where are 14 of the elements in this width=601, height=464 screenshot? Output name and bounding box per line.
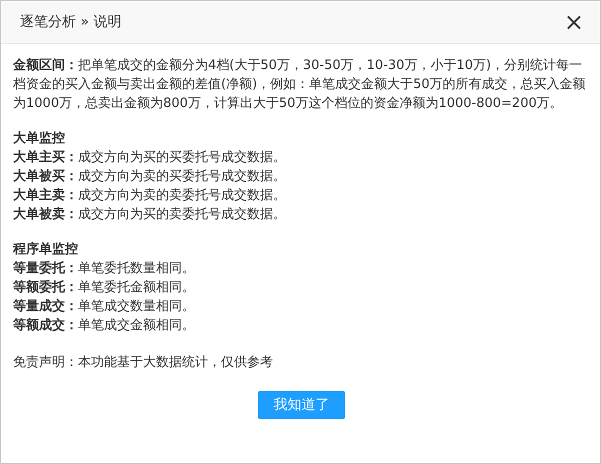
dialog-title: 逐笔分析 » 说明 bbox=[20, 13, 122, 31]
definition-text: 等额委托：单笔委托金额相同。 bbox=[13, 278, 196, 297]
intro-paragraph: 金额区间：把单笔成交的金额分为4档(大于50万，30-50万，10-30万，小于10万)，分别统计每一档资金的买入金额与卖出金额的差值(净额)，例如：单笔成交金额大于50万的所有成交，总买入金额为1000万，总卖出金额为800万，计算出大于50万这个档位的资金净额为1000-800=200万。 bbox=[13, 56, 587, 113]
definition-text: 等量成交：单笔成交数量相同。 bbox=[13, 298, 196, 316]
definition-text: 大单主卖：成交方向为卖的卖委托号成交数据。 bbox=[13, 186, 287, 205]
disclaimer-text: 免责声明：本功能基于大数据统计，仅供参考 bbox=[13, 354, 274, 372]
definition-text: 大单被卖：成交方向为买的卖委托号成交数据。 bbox=[13, 206, 287, 224]
definition-text: 大单被买：成交方向为卖的买委托号成交数据。 bbox=[13, 168, 287, 186]
section-heading: 大单监控 bbox=[13, 130, 66, 148]
section-heading: 程序单监控 bbox=[13, 240, 79, 259]
definition-text: 等额成交：单笔成交金额相同。 bbox=[13, 316, 196, 335]
definition-text: 大单主买：成交方向为买的买委托号成交数据。 bbox=[13, 148, 287, 167]
close-button[interactable]: × bbox=[558, 10, 590, 34]
definition-text: 等量委托：单笔委托数量相同。 bbox=[13, 260, 196, 278]
